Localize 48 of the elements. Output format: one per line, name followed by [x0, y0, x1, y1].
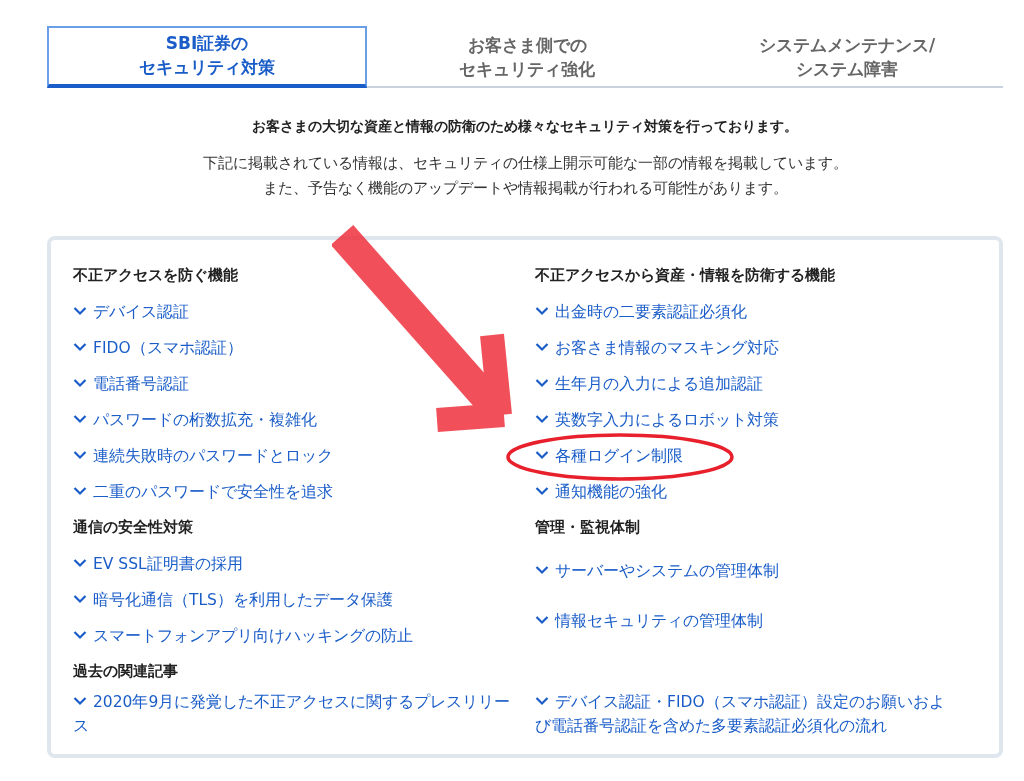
- security-link[interactable]: 暗号化通信（TLS）を利用したデータ保護: [73, 587, 405, 612]
- chevron-down-icon: [535, 306, 549, 317]
- security-link[interactable]: 生年月の入力による追加認証: [535, 371, 775, 396]
- section-heading: 通信の安全性対策: [73, 518, 194, 538]
- chevron-down-icon: [535, 615, 549, 626]
- security-link[interactable]: デバイス認証: [73, 299, 201, 324]
- chevron-down-icon: [73, 306, 87, 317]
- chevron-down-icon: [73, 414, 87, 425]
- security-link[interactable]: FIDO（スマホ認証）: [73, 335, 255, 360]
- chevron-down-icon: [535, 414, 549, 425]
- security-link[interactable]: 通知機能の強化: [535, 479, 679, 504]
- lead-text: お客さまの大切な資産と情報の防衛のため様々なセキュリティ対策を行っております。: [251, 117, 799, 136]
- security-link[interactable]: 二重のパスワードで安全性を追求: [73, 479, 345, 504]
- notice-text: また、予告なく機能のアップデートや情報掲載が行われる可能性があります。: [261, 178, 789, 198]
- security-link[interactable]: デバイス認証・FIDO（スマホ認証）設定のお願いおよび電話番号認証を含めた多要素認証必須化の流れ: [535, 689, 965, 738]
- chevron-down-icon: [535, 342, 549, 353]
- chevron-down-icon: [73, 696, 87, 707]
- chevron-down-icon: [73, 630, 87, 641]
- chevron-down-icon: [73, 378, 87, 389]
- security-link[interactable]: EV SSL証明書の採用: [73, 551, 255, 576]
- security-link[interactable]: お客さま情報のマスキング対応: [535, 335, 791, 360]
- security-link[interactable]: スマートフォンアプリ向けハッキングの防止: [73, 623, 425, 648]
- section-heading: 管理・監視体制: [535, 518, 641, 538]
- tab[interactable]: お客さま側での セキュリティ強化: [367, 26, 687, 88]
- security-link[interactable]: 2020年9月に発覚した不正アクセスに関するプレスリリース: [73, 689, 535, 738]
- tab[interactable]: SBI証券の セキュリティ対策: [47, 26, 367, 88]
- chevron-down-icon: [73, 594, 87, 605]
- security-link[interactable]: 情報セキュリティの管理体制: [535, 608, 775, 633]
- chevron-down-icon: [535, 378, 549, 389]
- chevron-down-icon: [535, 486, 549, 497]
- chevron-down-icon: [73, 342, 87, 353]
- chevron-down-icon: [535, 565, 549, 576]
- notice-text: 下記に掲載されている情報は、セキュリティの仕様上開示可能な一部の情報を掲載しています。: [201, 153, 849, 173]
- security-link[interactable]: 英数字入力によるロボット対策: [535, 407, 791, 432]
- chevron-down-icon: [73, 450, 87, 461]
- security-link[interactable]: パスワードの桁数拡充・複雑化: [73, 407, 329, 432]
- section-heading: 過去の関連記事: [73, 662, 179, 682]
- chevron-down-icon: [73, 558, 87, 569]
- chevron-down-icon: [535, 450, 549, 461]
- chevron-down-icon: [73, 486, 87, 497]
- section-heading: 不正アクセスから資産・情報を防衛する機能: [535, 266, 836, 286]
- tab[interactable]: システムメンテナンス/ システム障害: [687, 26, 1007, 88]
- security-link[interactable]: 電話番号認証: [73, 371, 201, 396]
- security-link[interactable]: サーバーやシステムの管理体制: [535, 558, 791, 583]
- security-link[interactable]: 連続失敗時のパスワードとロック: [73, 443, 345, 468]
- security-link[interactable]: 出金時の二要素認証必須化: [535, 299, 759, 324]
- section-heading: 不正アクセスを防ぐ機能: [73, 266, 239, 286]
- chevron-down-icon: [535, 696, 549, 707]
